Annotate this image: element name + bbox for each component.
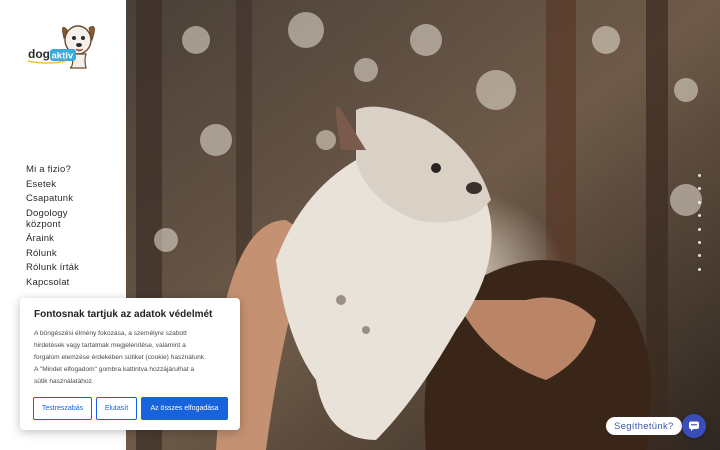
- reject-button[interactable]: Elutasít: [96, 397, 137, 420]
- cookie-text-line: A "Mindet elfogadom" gombra kattintva ho…: [34, 366, 195, 373]
- slider-dot[interactable]: [698, 227, 701, 231]
- main-nav: Mi a fizio? Esetek Csapatunk Dogology kö…: [26, 164, 122, 291]
- slider-dot[interactable]: [698, 267, 701, 271]
- cookie-title: Fontosnak tartjuk az adatok védelmét: [34, 309, 213, 320]
- nav-item-dogology-line2: központ: [26, 218, 61, 230]
- chat-bubble-icon: [689, 421, 699, 431]
- cookie-text-line: A böngészési élmény fokozása, a személyr…: [34, 330, 187, 337]
- svg-text:aktiv: aktiv: [52, 51, 74, 62]
- nav-item-dogology-line1: Dogology: [26, 207, 68, 219]
- nav-item-csapatunk[interactable]: Csapatunk: [26, 193, 122, 204]
- slider-dot[interactable]: [698, 174, 701, 177]
- slider-dot[interactable]: [698, 240, 701, 244]
- nav-item-dogology-kozpont[interactable]: Dogology központ: [26, 208, 122, 230]
- nav-item-rolunk[interactable]: Rólunk: [26, 248, 122, 259]
- chat-button[interactable]: [682, 414, 706, 438]
- help-label[interactable]: Segíthetünk?: [606, 417, 682, 435]
- nav-item-kapcsolat[interactable]: Kapcsolat: [26, 277, 122, 288]
- svg-text:dog: dog: [28, 47, 50, 61]
- nav-item-mi-a-fizio[interactable]: Mi a fizio?: [26, 164, 122, 175]
- cookie-consent-banner: Fontosnak tartjuk az adatok védelmét A b…: [20, 298, 240, 430]
- cookie-text-line: sütik használatához.: [34, 378, 94, 385]
- slider-dot[interactable]: [698, 254, 701, 258]
- slider-dots: [698, 174, 704, 281]
- dogaktiv-logo[interactable]: dog aktiv: [26, 16, 100, 70]
- slider-dot[interactable]: [698, 187, 701, 191]
- nav-item-araink[interactable]: Áraink: [26, 233, 122, 244]
- accept-all-button[interactable]: Az összes elfogadása: [141, 397, 228, 420]
- nav-item-rolunk-irtak[interactable]: Rólunk írták: [26, 262, 122, 273]
- logo-icon: dog aktiv: [27, 25, 95, 69]
- cookie-text-line: forgalom elemzése érdekében sütiket (coo…: [34, 354, 206, 361]
- nav-item-esetek[interactable]: Esetek: [26, 179, 122, 190]
- cookie-buttons: Testreszabás Elutasít Az összes elfogadá…: [33, 397, 228, 420]
- cookie-description: A böngészési élmény fokozása, a személyr…: [34, 328, 226, 388]
- customize-button[interactable]: Testreszabás: [33, 397, 92, 420]
- slider-dot[interactable]: [698, 214, 701, 218]
- cookie-text-line: hirdetések vagy tartalmak megjelenítése,…: [34, 342, 186, 349]
- slider-dot[interactable]: [698, 200, 701, 204]
